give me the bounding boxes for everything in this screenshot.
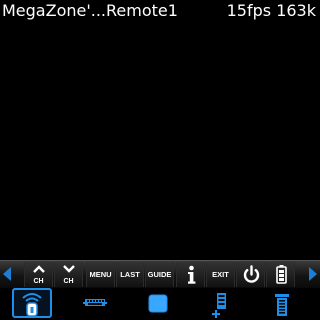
menu-label: MENU [89, 270, 112, 279]
tab-keyboard[interactable] [68, 288, 120, 320]
keyboard-icon [83, 299, 107, 306]
status-bar: MegaZone'...Remote1 15fps 163k [0, 0, 320, 22]
exit-button[interactable]: EXIT [206, 262, 235, 287]
channel-down-label: CH [63, 278, 74, 285]
info-button[interactable] [176, 262, 205, 287]
last-label: LAST [120, 270, 140, 279]
arrow-right-icon[interactable] [309, 267, 317, 281]
chevron-up-icon [32, 265, 45, 273]
guide-button[interactable]: GUIDE [145, 262, 174, 287]
power-button[interactable] [236, 262, 265, 287]
power-icon [243, 265, 260, 283]
last-button[interactable]: LAST [116, 262, 144, 287]
video-display[interactable] [0, 22, 320, 260]
bottom-tab-bar [0, 288, 320, 320]
chevron-down-icon [62, 265, 75, 273]
channel-up-label: CH [33, 278, 44, 285]
menu-button[interactable]: MENU [86, 262, 115, 287]
tab-list[interactable] [258, 288, 310, 320]
channel-down-button[interactable]: CH [54, 262, 83, 287]
tab-screen[interactable] [132, 288, 184, 320]
battery-icon [276, 265, 287, 284]
exit-label: EXIT [212, 270, 229, 279]
tab-add-device[interactable] [196, 288, 248, 320]
arrow-left-icon[interactable] [3, 267, 11, 281]
square-screen-icon [148, 294, 168, 313]
stream-stats: 15fps 163k [226, 1, 316, 20]
battery-button[interactable] [266, 262, 295, 287]
guide-label: GUIDE [147, 270, 172, 279]
channel-up-button[interactable]: CH [24, 262, 53, 287]
list-icon [275, 294, 289, 316]
tab-remote[interactable] [0, 288, 52, 320]
window-title: MegaZone'...Remote1 [2, 1, 178, 20]
remote-key-bar: CH CH MENU LAST GUIDE EXIT [0, 260, 320, 288]
add-device-icon [212, 293, 226, 318]
remote-control-icon [22, 293, 42, 317]
info-icon [188, 265, 196, 284]
